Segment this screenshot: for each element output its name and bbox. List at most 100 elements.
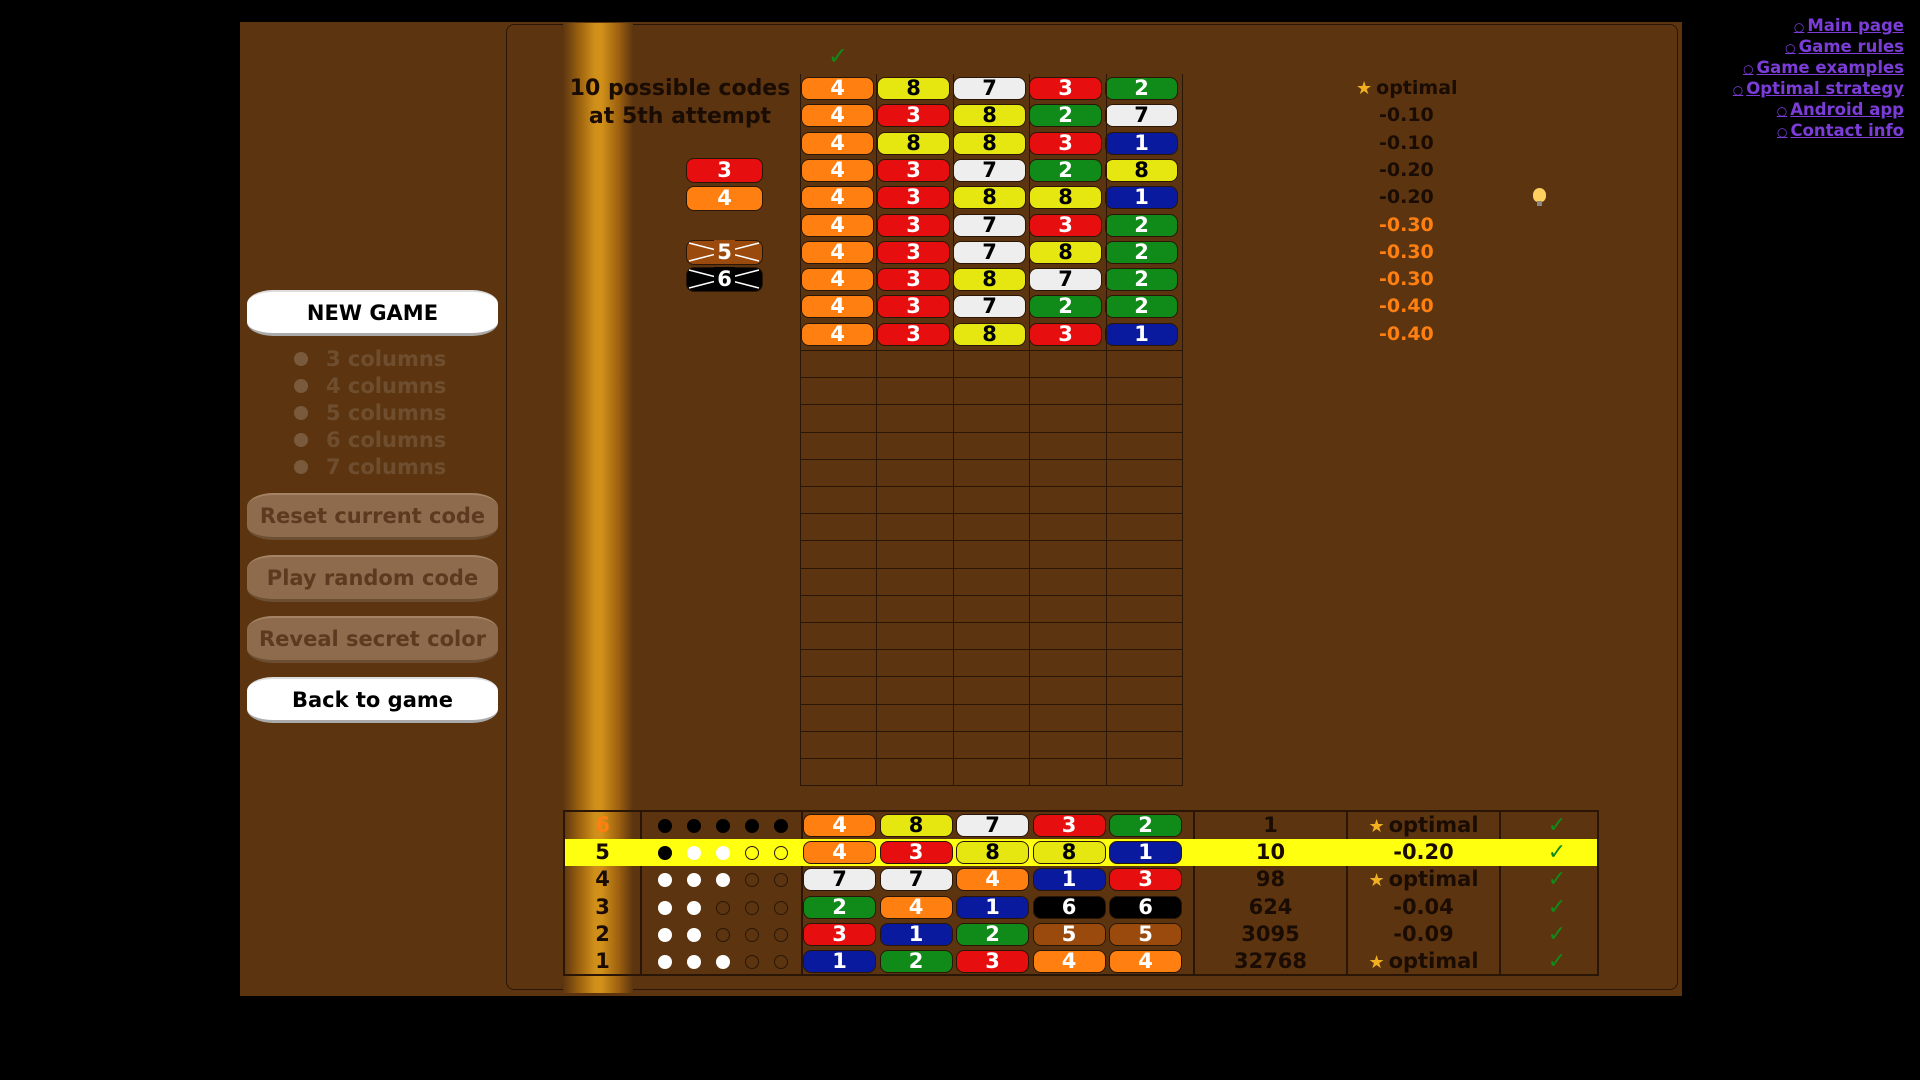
code-peg[interactable]: 7 xyxy=(1105,104,1178,128)
code-peg[interactable]: 7 xyxy=(953,295,1026,319)
grid-cell[interactable] xyxy=(1029,567,1107,596)
grid-cell[interactable] xyxy=(952,758,1031,787)
code-peg[interactable]: 4 xyxy=(801,158,874,182)
code-peg[interactable]: 8 xyxy=(1029,186,1102,210)
grid-cell[interactable] xyxy=(1029,431,1107,460)
play-random-code-button[interactable]: Play random code xyxy=(247,555,498,602)
grid-cell[interactable] xyxy=(800,404,878,433)
grid-cell[interactable] xyxy=(1029,458,1107,487)
code-peg[interactable]: 8 xyxy=(953,186,1026,210)
code-peg[interactable]: 4 xyxy=(801,295,874,319)
grid-cell[interactable] xyxy=(1029,377,1107,406)
code-peg[interactable]: 7 xyxy=(953,77,1026,100)
grid-cell[interactable] xyxy=(800,622,878,651)
grid-cell[interactable] xyxy=(1105,758,1183,787)
grid-cell[interactable] xyxy=(1105,431,1183,460)
grid-cell[interactable] xyxy=(876,649,954,678)
code-peg[interactable]: 2 xyxy=(1105,295,1178,319)
grid-cell[interactable] xyxy=(876,350,954,379)
code-peg[interactable]: 2 xyxy=(1029,104,1102,128)
side-color-peg[interactable]: 5 xyxy=(686,240,763,265)
grid-cell[interactable] xyxy=(1105,649,1183,678)
grid-cell[interactable] xyxy=(800,594,878,623)
code-peg[interactable]: 3 xyxy=(877,322,950,346)
code-peg[interactable]: 4 xyxy=(801,213,874,237)
grid-cell[interactable] xyxy=(1029,594,1107,623)
grid-cell[interactable] xyxy=(1029,758,1107,787)
grid-cell[interactable] xyxy=(952,594,1031,623)
grid-cell[interactable] xyxy=(800,649,878,678)
code-peg[interactable]: 8 xyxy=(1105,158,1178,182)
code-peg[interactable]: 3 xyxy=(877,295,950,319)
grid-cell[interactable] xyxy=(1105,513,1183,542)
grid-cell[interactable] xyxy=(876,431,954,460)
code-peg[interactable]: 4 xyxy=(801,240,874,264)
grid-cell[interactable] xyxy=(952,567,1031,596)
code-peg[interactable]: 4 xyxy=(801,104,874,128)
code-peg[interactable]: 1 xyxy=(1105,186,1178,210)
grid-cell[interactable] xyxy=(876,594,954,623)
code-peg[interactable]: 3 xyxy=(877,213,950,237)
grid-cell[interactable] xyxy=(952,703,1031,732)
grid-cell[interactable] xyxy=(952,486,1031,515)
grid-cell[interactable] xyxy=(1029,513,1107,542)
grid-cell[interactable] xyxy=(876,567,954,596)
code-peg[interactable]: 4 xyxy=(801,322,874,346)
grid-cell[interactable] xyxy=(1105,350,1183,379)
grid-cell[interactable] xyxy=(1029,404,1107,433)
side-color-peg[interactable]: 6 xyxy=(686,267,763,292)
code-peg[interactable]: 4 xyxy=(801,131,874,155)
grid-cell[interactable] xyxy=(1029,676,1107,705)
code-peg[interactable]: 2 xyxy=(1105,77,1178,100)
code-peg[interactable]: 4 xyxy=(801,186,874,210)
grid-cell[interactable] xyxy=(800,458,878,487)
code-peg[interactable]: 8 xyxy=(1029,240,1102,264)
code-peg[interactable]: 3 xyxy=(877,104,950,128)
grid-cell[interactable] xyxy=(952,377,1031,406)
grid-cell[interactable] xyxy=(1029,622,1107,651)
empty-guess-grid[interactable] xyxy=(800,350,1183,787)
grid-cell[interactable] xyxy=(800,730,878,759)
back-to-game-button[interactable]: Back to game xyxy=(247,677,498,723)
grid-cell[interactable] xyxy=(876,703,954,732)
grid-cell[interactable] xyxy=(1105,703,1183,732)
grid-cell[interactable] xyxy=(952,622,1031,651)
grid-cell[interactable] xyxy=(952,513,1031,542)
grid-cell[interactable] xyxy=(952,350,1031,379)
grid-cell[interactable] xyxy=(800,431,878,460)
code-peg[interactable]: 2 xyxy=(1105,268,1178,292)
grid-cell[interactable] xyxy=(876,377,954,406)
code-peg[interactable]: 3 xyxy=(1029,322,1102,346)
grid-cell[interactable] xyxy=(1105,486,1183,515)
grid-cell[interactable] xyxy=(952,676,1031,705)
code-peg[interactable]: 2 xyxy=(1029,295,1102,319)
side-color-peg[interactable]: 3 xyxy=(686,158,763,183)
grid-cell[interactable] xyxy=(876,622,954,651)
code-peg[interactable]: 3 xyxy=(877,240,950,264)
code-peg[interactable]: 3 xyxy=(1029,77,1102,100)
grid-cell[interactable] xyxy=(1105,594,1183,623)
code-peg[interactable]: 2 xyxy=(1105,240,1178,264)
reset-current-code-button[interactable]: Reset current code xyxy=(247,493,498,540)
grid-cell[interactable] xyxy=(800,567,878,596)
grid-cell[interactable] xyxy=(952,649,1031,678)
nav-link[interactable]: ○ Contact info xyxy=(1733,121,1904,142)
code-peg[interactable]: 8 xyxy=(953,322,1026,346)
grid-cell[interactable] xyxy=(1105,622,1183,651)
code-peg[interactable]: 8 xyxy=(877,77,950,100)
code-peg[interactable]: 2 xyxy=(1105,213,1178,237)
code-peg[interactable]: 8 xyxy=(953,131,1026,155)
grid-cell[interactable] xyxy=(1029,703,1107,732)
nav-link[interactable]: ○ Optimal strategy xyxy=(1733,79,1904,100)
grid-cell[interactable] xyxy=(800,513,878,542)
code-peg[interactable]: 8 xyxy=(953,268,1026,292)
grid-cell[interactable] xyxy=(800,540,878,569)
grid-cell[interactable] xyxy=(1105,540,1183,569)
nav-link[interactable]: ○ Android app xyxy=(1733,100,1904,121)
grid-cell[interactable] xyxy=(1029,730,1107,759)
grid-cell[interactable] xyxy=(800,676,878,705)
code-peg[interactable]: 7 xyxy=(953,158,1026,182)
grid-cell[interactable] xyxy=(1029,540,1107,569)
grid-cell[interactable] xyxy=(876,540,954,569)
nav-link[interactable]: ○ Main page xyxy=(1733,16,1904,37)
